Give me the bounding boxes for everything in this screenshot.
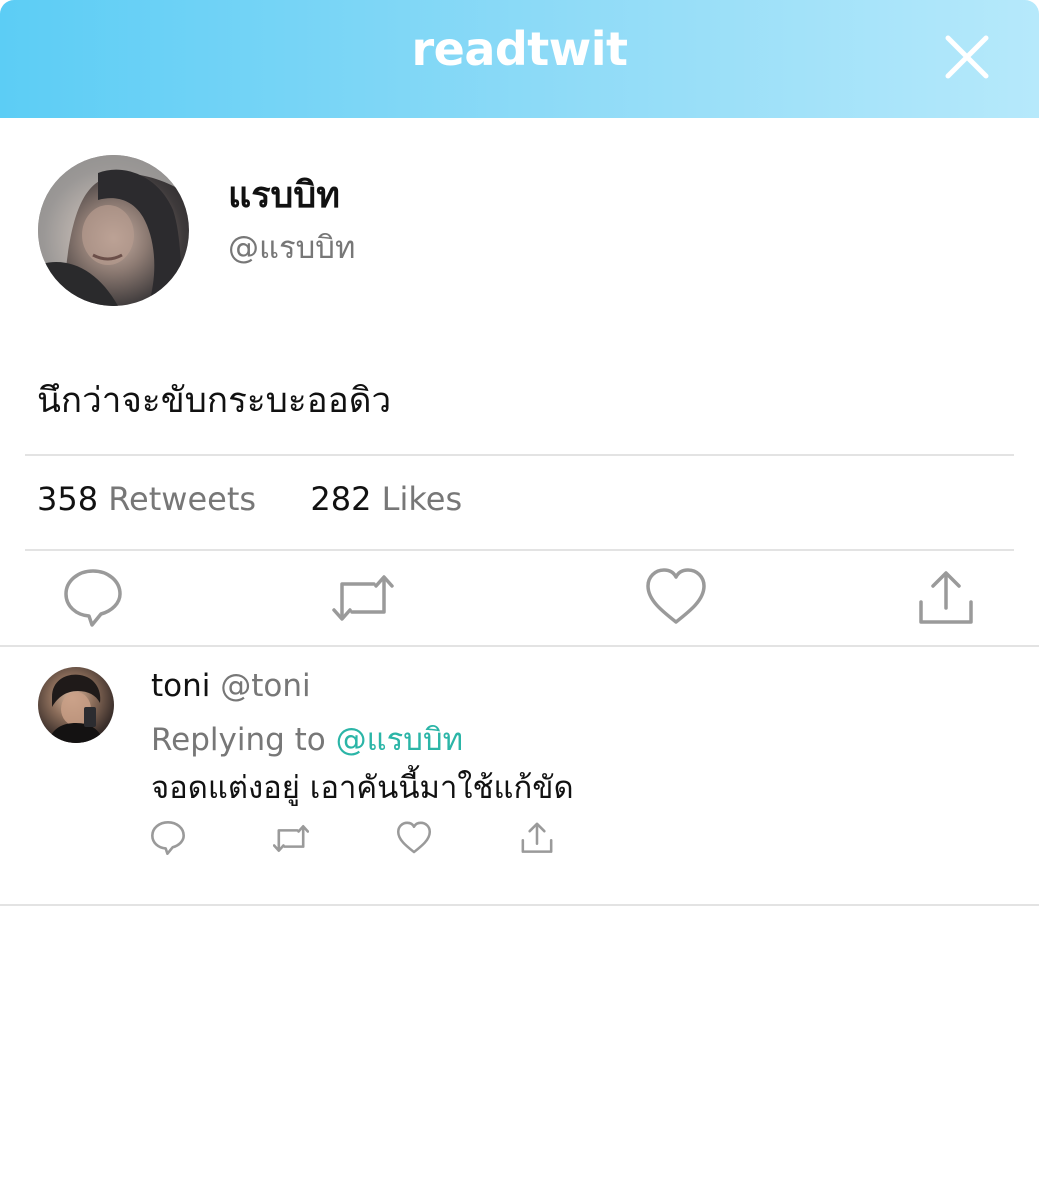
reply-retweet-button[interactable]	[273, 822, 309, 855]
divider	[25, 549, 1014, 551]
tweet-stats: 358 Retweets 282 Likes	[37, 480, 462, 518]
replying-to-label: Replying to	[151, 722, 326, 758]
like-icon	[396, 821, 432, 854]
avatar[interactable]	[38, 155, 189, 306]
retweets-label: Retweets	[108, 480, 257, 518]
reply-like-button[interactable]	[396, 821, 432, 855]
replying-to-mention[interactable]: @แรบบิท	[336, 722, 463, 758]
divider	[0, 645, 1039, 647]
close-icon	[945, 35, 989, 79]
reply-author-handle[interactable]: @toni	[220, 668, 310, 704]
user-handle[interactable]: @แรบบิท	[228, 222, 355, 272]
retweet-icon	[332, 575, 394, 621]
retweet-button[interactable]	[332, 570, 394, 626]
tweet-text: นึกว่าจะขับกระบะออดิว	[37, 381, 392, 421]
share-button[interactable]	[916, 568, 976, 628]
likes-label: Likes	[381, 480, 463, 518]
divider	[0, 904, 1039, 906]
reply-header: toni @toni	[151, 668, 311, 704]
likes-stat[interactable]: 282 Likes	[310, 480, 462, 518]
divider	[25, 454, 1014, 456]
reply-avatar-image	[48, 674, 104, 743]
reply-icon	[64, 569, 122, 627]
replying-to: Replying to @แรบบิท	[151, 714, 463, 764]
reply-text: จอดแต่งอยู่ เอาคันนี้มาใช้แก้ขัด	[151, 770, 574, 806]
retweets-stat[interactable]: 358 Retweets	[37, 480, 266, 518]
reply-author-name[interactable]: toni	[151, 668, 210, 704]
brand-logo: readtwit	[411, 22, 628, 76]
retweet-icon	[273, 825, 309, 852]
close-button[interactable]	[940, 30, 994, 84]
share-icon	[919, 571, 973, 624]
share-icon	[521, 822, 553, 853]
retweets-count: 358	[37, 480, 99, 518]
like-icon	[646, 568, 706, 624]
likes-count: 282	[310, 480, 372, 518]
avatar-image	[38, 155, 189, 306]
reply-share-button[interactable]	[520, 821, 554, 855]
reply-reply-button[interactable]	[150, 820, 186, 856]
app-header: readtwit	[0, 0, 1039, 118]
like-button[interactable]	[644, 567, 708, 627]
reply-avatar[interactable]	[38, 667, 114, 743]
reply-button[interactable]	[62, 567, 124, 629]
display-name[interactable]: แรบบิท	[228, 166, 340, 223]
reply-icon	[151, 821, 185, 855]
